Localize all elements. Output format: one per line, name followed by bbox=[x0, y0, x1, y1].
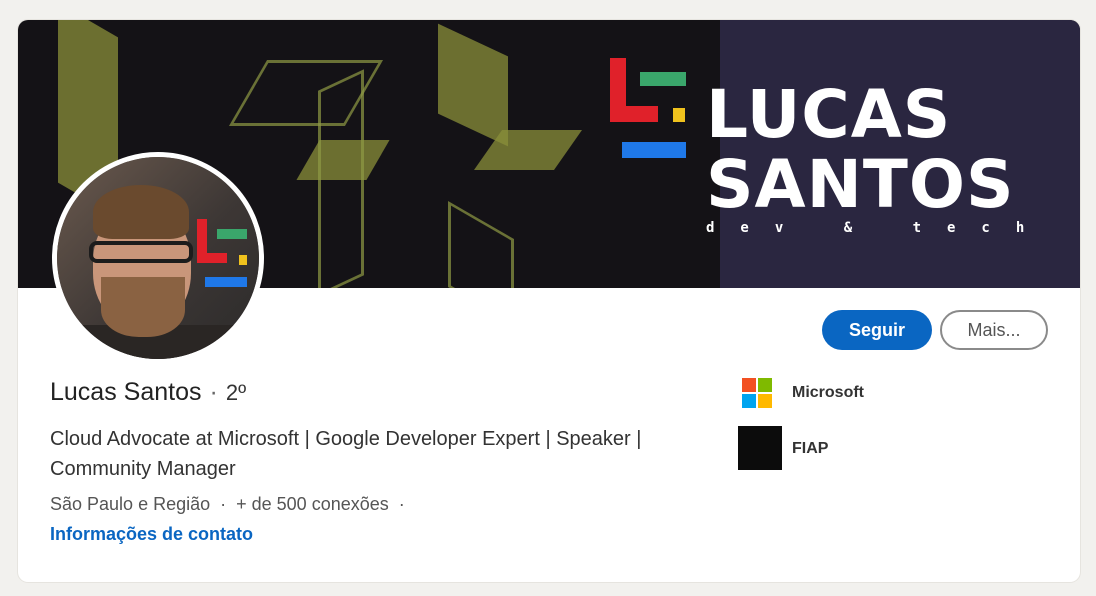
profile-connections[interactable]: + de 500 conexões bbox=[236, 494, 389, 514]
profile-name-row: Lucas Santos · 2º bbox=[50, 378, 246, 407]
banner-brand-tagline: dev & tech bbox=[706, 220, 1051, 236]
name-separator: · bbox=[209, 378, 218, 406]
profile-headline: Cloud Advocate at Microsoft | Google Dev… bbox=[50, 428, 642, 480]
banner-pattern bbox=[448, 200, 514, 288]
meta-separator: · bbox=[398, 494, 405, 514]
brand-logo-green bbox=[640, 72, 686, 86]
fiap-logo-icon bbox=[738, 426, 782, 470]
profile-avatar[interactable] bbox=[52, 152, 264, 364]
profile-location: São Paulo e Região bbox=[50, 494, 211, 514]
profile-name: Lucas Santos bbox=[50, 378, 202, 406]
banner-pattern bbox=[438, 23, 508, 147]
brand-logo-blue bbox=[622, 142, 686, 158]
meta-separator: · bbox=[220, 494, 227, 514]
banner-brand-name-first: LUCAS bbox=[706, 76, 952, 153]
brand-logo-yellow bbox=[673, 108, 685, 122]
microsoft-logo-icon bbox=[742, 378, 772, 408]
company-name: Microsoft bbox=[792, 384, 864, 401]
more-button[interactable]: Mais... bbox=[940, 310, 1048, 350]
contact-info-link[interactable]: Informações de contato bbox=[50, 524, 253, 545]
brand-logo-red-base bbox=[610, 106, 658, 122]
follow-button[interactable]: Seguir bbox=[822, 310, 932, 350]
connection-degree: 2º bbox=[225, 380, 247, 405]
profile-card: LUCAS SANTOS dev & tech Seguir Mais... L… bbox=[18, 20, 1080, 582]
banner-pattern bbox=[318, 69, 364, 288]
banner-brand-name-last: SANTOS bbox=[706, 146, 1015, 223]
company-name: FIAP bbox=[792, 440, 829, 457]
profile-meta: São Paulo e Região · + de 500 conexões · bbox=[50, 494, 415, 515]
